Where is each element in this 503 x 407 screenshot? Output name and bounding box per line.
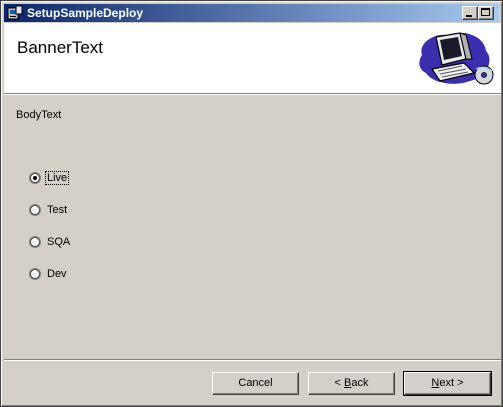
back-arrow: < — [334, 377, 341, 389]
radio-selected-icon[interactable] — [29, 172, 41, 184]
window-title: SetupSampleDeploy — [27, 6, 144, 20]
radio-unselected-icon[interactable] — [29, 204, 41, 216]
maximize-button[interactable] — [478, 6, 494, 20]
installer-app-icon[interactable] — [7, 5, 23, 21]
banner: BannerText — [4, 23, 501, 93]
next-arrow: > — [457, 377, 464, 389]
radio-label: Test — [47, 204, 68, 216]
radio-label: Live — [44, 171, 70, 185]
title-bar[interactable]: SetupSampleDeploy — [4, 4, 499, 22]
maximize-icon — [481, 8, 490, 16]
banner-title: BannerText — [17, 38, 103, 57]
cancel-button-label: Cancel — [238, 377, 273, 389]
radio-label: SQA — [47, 236, 71, 248]
minimize-icon — [466, 15, 472, 17]
cancel-button[interactable]: Cancel — [212, 372, 299, 395]
next-button[interactable]: Next > — [403, 371, 492, 396]
radio-label: Dev — [47, 268, 67, 280]
back-button-label: ack — [351, 377, 369, 389]
installer-window: SetupSampleDeploy BannerText BodyText Li… — [0, 0, 503, 407]
back-button[interactable]: < Back — [308, 372, 395, 395]
banner-separator — [4, 93, 501, 95]
body-text: BodyText — [16, 109, 62, 121]
footer-separator — [4, 359, 501, 361]
radio-unselected-icon[interactable] — [29, 268, 41, 280]
next-button-label: ext — [439, 377, 455, 389]
computer-setup-icon — [419, 32, 494, 85]
minimize-button[interactable] — [462, 6, 478, 20]
radio-unselected-icon[interactable] — [29, 236, 41, 248]
